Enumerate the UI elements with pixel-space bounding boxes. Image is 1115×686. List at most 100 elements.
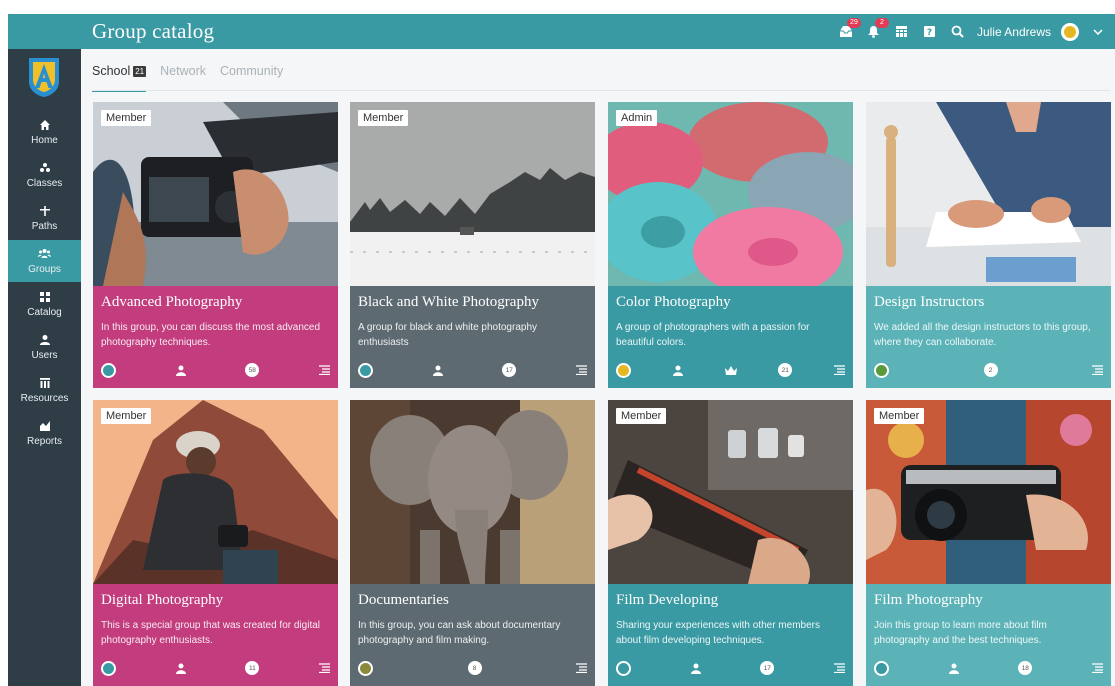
user-icon [175, 663, 186, 674]
owner-avatar[interactable] [101, 660, 116, 676]
reports-icon [39, 421, 50, 431]
member-count-badge: 17 [502, 363, 517, 377]
group-card-design-instructors[interactable]: Design Instructors We added all the desi… [866, 102, 1111, 388]
sidebar-item-paths[interactable]: Paths [8, 197, 81, 239]
user-avatar[interactable] [1061, 22, 1079, 41]
group-card-description: In this group, you can ask about documen… [358, 620, 561, 646]
group-card-footer: 58 [101, 362, 330, 378]
group-card-image [350, 102, 595, 286]
top-bar: Group catalog 29 2 ? Julie Andrews [8, 14, 1115, 49]
notifications-badge: 29 [846, 17, 861, 28]
calendar-button[interactable] [893, 23, 911, 41]
user-icon [175, 365, 186, 376]
member-count-badge: 2 [983, 363, 998, 377]
owner-avatar[interactable] [874, 362, 889, 378]
group-card-advanced-photography[interactable]: Member Advanced Photography In this grou… [93, 102, 338, 388]
group-card-color-photography[interactable]: Admin Color Photography A group of photo… [608, 102, 853, 388]
group-card-title[interactable]: Color Photography [616, 294, 731, 311]
owner-avatar[interactable] [874, 660, 889, 676]
user-name[interactable]: Julie Andrews [977, 25, 1051, 39]
group-card-title[interactable]: Film Photography [874, 592, 983, 609]
sidebar-item-home[interactable]: Home [8, 111, 81, 153]
owner-avatar[interactable] [358, 362, 373, 378]
list-menu-icon[interactable] [318, 663, 330, 673]
logo[interactable] [27, 56, 61, 98]
chevron-down-icon [1093, 28, 1103, 35]
group-card-body: Color Photography A group of photographe… [608, 286, 853, 388]
group-card-image [350, 400, 595, 584]
group-card-documentaries[interactable]: Documentaries In this group, you can ask… [350, 400, 595, 686]
search-button[interactable] [949, 23, 967, 41]
sidebar-item-resources[interactable]: Resources [8, 369, 81, 411]
list-menu-icon[interactable] [576, 663, 587, 673]
owner-avatar[interactable] [616, 362, 631, 378]
group-card-body: Film Developing Sharing your experiences… [608, 584, 853, 686]
help-icon: ? [924, 26, 936, 38]
list-menu-icon[interactable] [318, 365, 330, 375]
group-card-description: Join this group to learn more about film… [874, 620, 1047, 646]
list-menu-icon[interactable] [1091, 663, 1103, 673]
group-card-description: This is a special group that was created… [101, 620, 320, 646]
sidebar-item-catalog[interactable]: Catalog [8, 283, 81, 325]
tab-label: School [92, 64, 131, 78]
group-card-description: In this group, you can discuss the most … [101, 322, 321, 348]
group-card-title[interactable]: Film Developing [616, 592, 718, 609]
membership-role-badge: Member [101, 110, 152, 126]
group-card-title[interactable]: Digital Photography [101, 592, 223, 609]
group-card-digital-photography[interactable]: Member Digital Photography This is a spe… [93, 400, 338, 686]
svg-text:?: ? [927, 28, 932, 38]
alerts-button[interactable]: 2 [865, 17, 889, 41]
sidebar-item-groups[interactable]: Groups [8, 240, 81, 282]
member-count-badge: 8 [467, 661, 482, 675]
group-card-description: A group of photographers with a passion … [616, 322, 810, 348]
user-icon [690, 663, 701, 674]
tab-divider [92, 90, 1110, 91]
list-menu-icon[interactable] [575, 365, 587, 375]
group-card-title[interactable]: Advanced Photography [101, 294, 242, 311]
owner-avatar[interactable] [616, 660, 631, 676]
group-card-image [866, 102, 1111, 286]
group-card-title[interactable]: Black and White Photography [358, 294, 539, 311]
group-card-body: Documentaries In this group, you can ask… [350, 584, 595, 686]
group-card-image [608, 400, 853, 584]
calendar-icon [896, 26, 908, 37]
user-menu-toggle[interactable] [1089, 23, 1107, 41]
member-count-badge: 11 [245, 661, 260, 675]
list-menu-icon[interactable] [1092, 365, 1103, 375]
group-card-description: We added all the design instructors to t… [874, 322, 1091, 348]
group-card-image [866, 400, 1111, 584]
member-count-badge: 18 [1018, 661, 1033, 675]
sidebar-item-users[interactable]: Users [8, 326, 81, 368]
tab-network[interactable]: Network [160, 64, 206, 90]
group-card-film-photography[interactable]: Member Film Photography Join this group … [866, 400, 1111, 686]
group-card-black-and-white-photography[interactable]: Member Black and White Photography A gro… [350, 102, 595, 388]
alerts-badge: 2 [874, 17, 889, 28]
owner-avatar[interactable] [358, 660, 373, 676]
membership-role-badge: Admin [616, 110, 658, 126]
sidebar-item-classes[interactable]: Classes [8, 154, 81, 196]
group-card-image [93, 400, 338, 584]
sidebar-item-reports[interactable]: Reports [8, 412, 81, 454]
search-icon [952, 25, 965, 38]
user-icon [432, 365, 443, 376]
group-card-title[interactable]: Design Instructors [874, 294, 984, 311]
help-button[interactable]: ? [921, 23, 939, 41]
group-card-title[interactable]: Documentaries [358, 592, 449, 609]
group-card-body: Black and White Photography A group for … [350, 286, 595, 388]
group-card-footer: 18 [874, 660, 1103, 676]
group-card-film-developing[interactable]: Member Film Developing Sharing your expe… [608, 400, 853, 686]
notifications-button[interactable]: 29 [837, 17, 861, 41]
member-count-badge: 17 [760, 661, 775, 675]
tab-count-badge: 21 [133, 66, 147, 77]
users-icon [39, 335, 50, 345]
group-card-footer: 11 [101, 660, 330, 676]
list-menu-icon[interactable] [833, 663, 845, 673]
user-icon [948, 663, 959, 674]
tab-school[interactable]: School 21 [92, 64, 147, 92]
tab-community[interactable]: Community [220, 64, 283, 90]
owner-avatar[interactable] [101, 362, 116, 378]
home-icon [39, 120, 50, 130]
list-menu-icon[interactable] [834, 365, 845, 375]
member-count-badge: 21 [778, 363, 793, 377]
group-card-footer: 2 [874, 362, 1103, 378]
